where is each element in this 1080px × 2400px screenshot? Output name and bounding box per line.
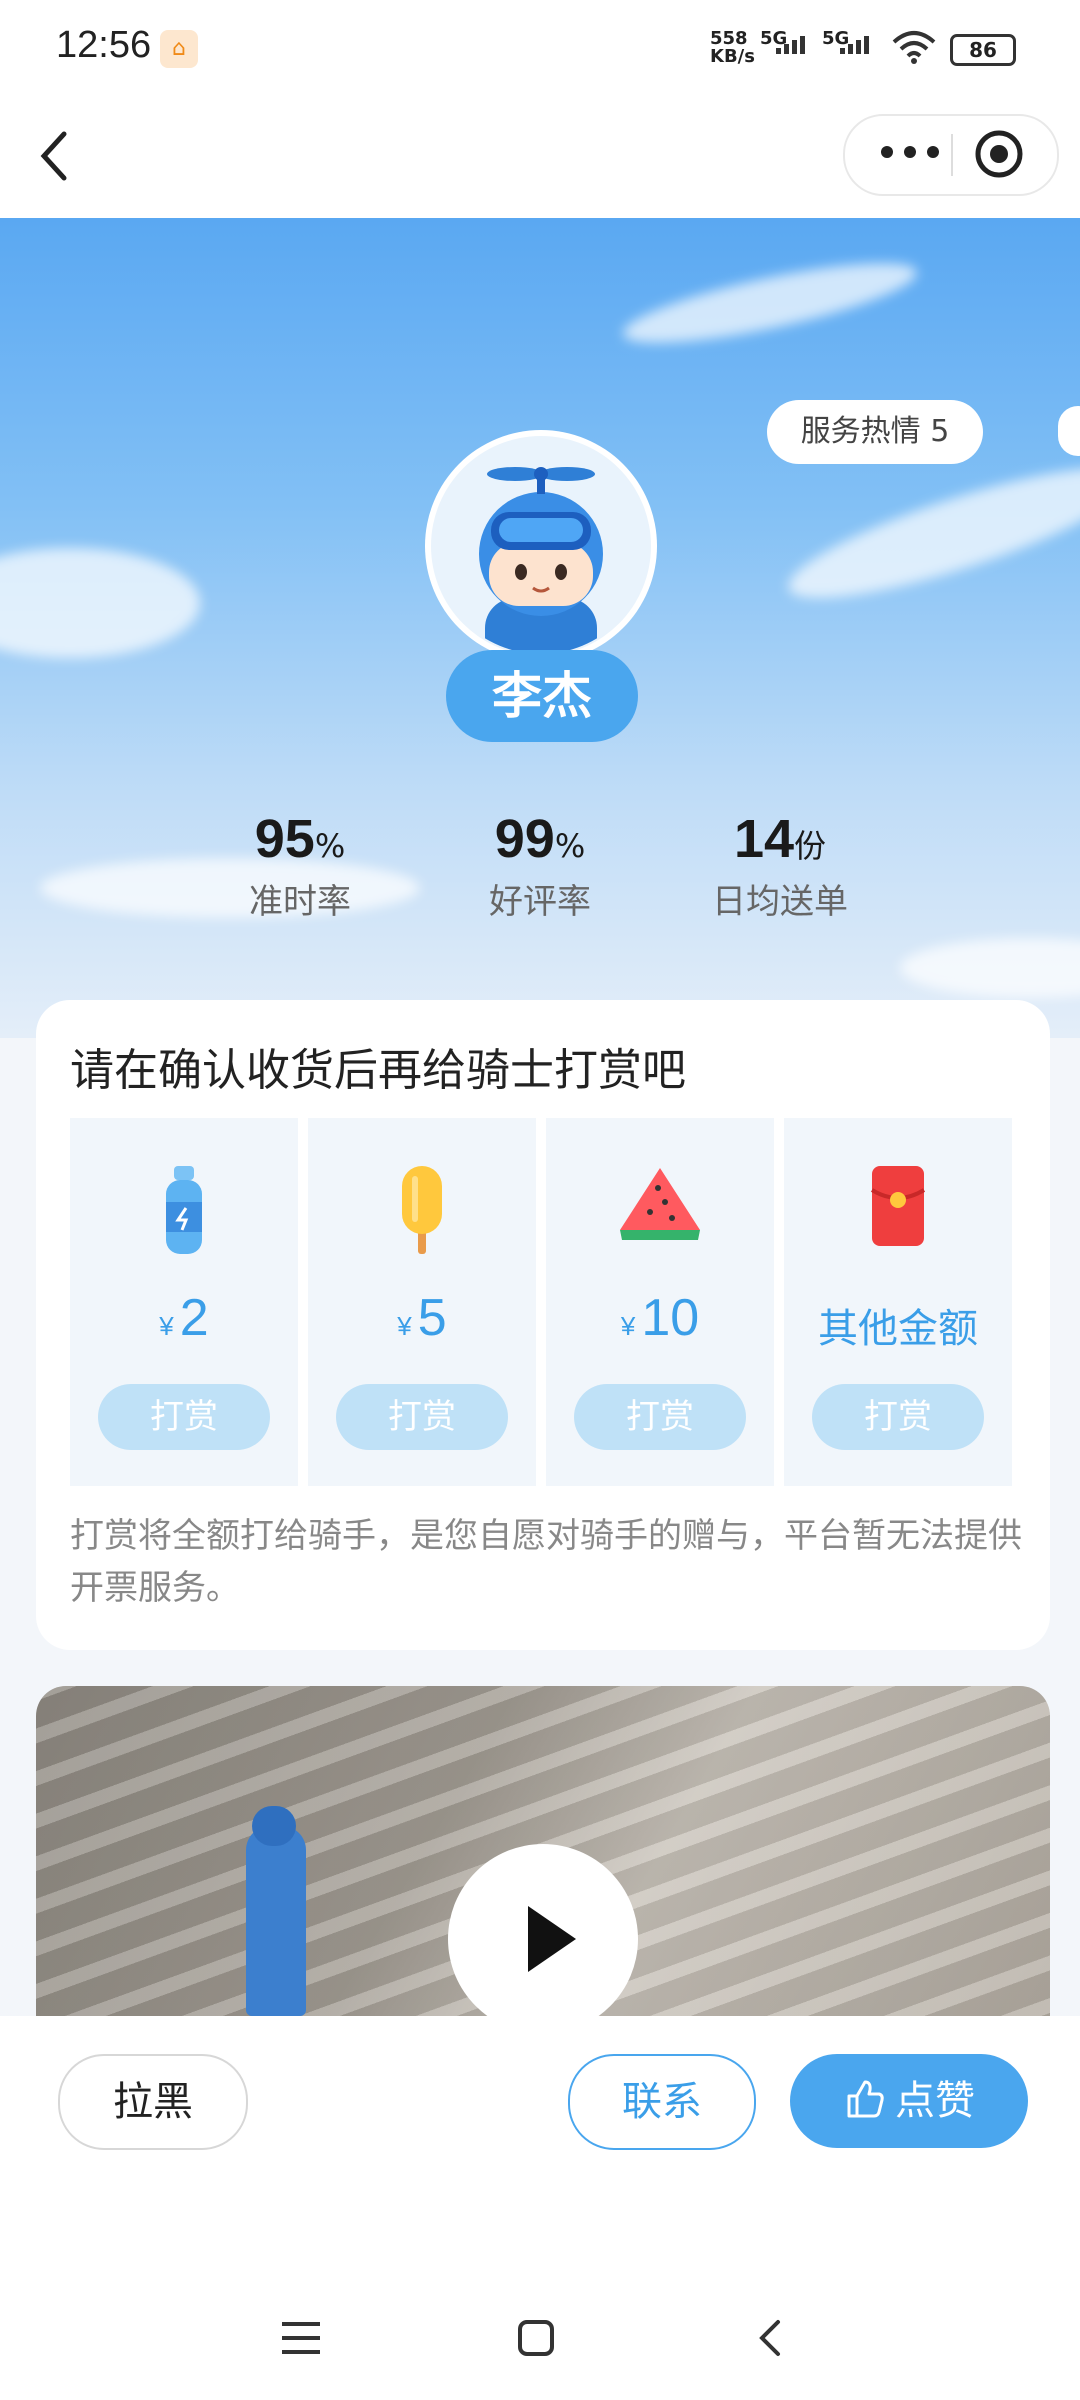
water-bottle-icon bbox=[166, 1166, 202, 1254]
tip-card-title: 请在确认收货后再给骑士打赏吧 bbox=[70, 1045, 686, 1096]
tip-option-other[interactable]: 其他金额 打赏 bbox=[784, 1118, 1012, 1486]
top-nav bbox=[0, 96, 1080, 218]
courier-figure bbox=[246, 1826, 306, 2016]
rider-mascot-icon bbox=[431, 436, 651, 656]
status-bar: 12:56 ⌂ 558 KB/s 5G 5G 86 bbox=[0, 0, 1080, 96]
service-tag: 服务热情 5 bbox=[767, 400, 983, 464]
popsicle-icon bbox=[402, 1166, 442, 1254]
stat-on-time: 95% 准时率 bbox=[249, 809, 351, 922]
tip-button[interactable]: 打赏 bbox=[812, 1384, 984, 1450]
status-time: 12:56 bbox=[56, 24, 152, 66]
stat-daily-orders: 14份 日均送单 bbox=[712, 809, 848, 922]
notification-app-icon: ⌂ bbox=[160, 30, 198, 68]
tip-amount: ¥10 bbox=[620, 1289, 700, 1347]
tip-option-10[interactable]: ¥10 打赏 bbox=[546, 1118, 774, 1486]
video-preview[interactable] bbox=[36, 1686, 1050, 2016]
tip-amount: ¥2 bbox=[159, 1289, 209, 1347]
play-button[interactable] bbox=[448, 1844, 638, 2016]
signal-bars-icon bbox=[776, 36, 805, 54]
tip-button[interactable]: 打赏 bbox=[336, 1384, 508, 1450]
battery-indicator: 86 bbox=[950, 34, 1016, 66]
play-icon bbox=[528, 1906, 576, 1972]
tip-note: 打赏将全额打给骑手，是您自愿对骑手的赠与，平台暂无法提供开票服务。 bbox=[70, 1516, 1022, 1608]
tip-option-2[interactable]: ¥2 打赏 bbox=[70, 1118, 298, 1486]
avatar bbox=[425, 430, 657, 662]
red-envelope-icon bbox=[870, 1166, 926, 1246]
rider-hero: 服务热情 5 李杰 95% 准时率 99% 好评率 14份 日均送单 bbox=[0, 218, 1080, 1038]
tip-amount: ¥5 bbox=[397, 1289, 447, 1347]
cloud-decoration bbox=[0, 548, 200, 658]
courier-helmet bbox=[252, 1806, 296, 1846]
like-button[interactable]: 点赞 bbox=[790, 2054, 1028, 2148]
thumbs-up-icon bbox=[847, 2080, 884, 2118]
bottom-action-bar: 拉黑 联系 点赞 bbox=[0, 2016, 1080, 2400]
contact-button[interactable]: 联系 bbox=[568, 2054, 756, 2150]
back-arrow-icon[interactable] bbox=[30, 126, 90, 186]
cloud-decoration bbox=[900, 938, 1080, 998]
mini-program-capsule bbox=[843, 114, 1059, 196]
watermelon-icon bbox=[620, 1168, 700, 1240]
system-back-icon[interactable] bbox=[752, 2318, 792, 2358]
tip-button[interactable]: 打赏 bbox=[574, 1384, 746, 1450]
tip-option-5[interactable]: ¥5 打赏 bbox=[308, 1118, 536, 1486]
signal-bars-icon bbox=[840, 36, 869, 54]
cloud-decoration bbox=[618, 247, 922, 359]
stat-good-rating: 99% 好评率 bbox=[489, 809, 591, 922]
more-icon[interactable] bbox=[875, 132, 945, 172]
cloud-decoration bbox=[777, 444, 1080, 622]
network-speed: 558 KB/s bbox=[710, 28, 755, 67]
tip-amount-other: 其他金额 bbox=[818, 1307, 978, 1351]
wifi-icon bbox=[892, 31, 936, 64]
tip-card: 请在确认收货后再给骑士打赏吧 ¥2 打赏 ¥5 打赏 ¥10 打赏 其他金额 打… bbox=[36, 1000, 1050, 1650]
menu-icon[interactable] bbox=[278, 2318, 324, 2358]
close-miniprogram-icon[interactable] bbox=[973, 128, 1025, 180]
side-tab bbox=[1058, 406, 1080, 456]
tip-button[interactable]: 打赏 bbox=[98, 1384, 270, 1450]
capsule-divider bbox=[951, 134, 953, 176]
home-icon[interactable] bbox=[516, 2318, 556, 2358]
rider-name: 李杰 bbox=[446, 650, 638, 742]
block-button[interactable]: 拉黑 bbox=[58, 2054, 248, 2150]
